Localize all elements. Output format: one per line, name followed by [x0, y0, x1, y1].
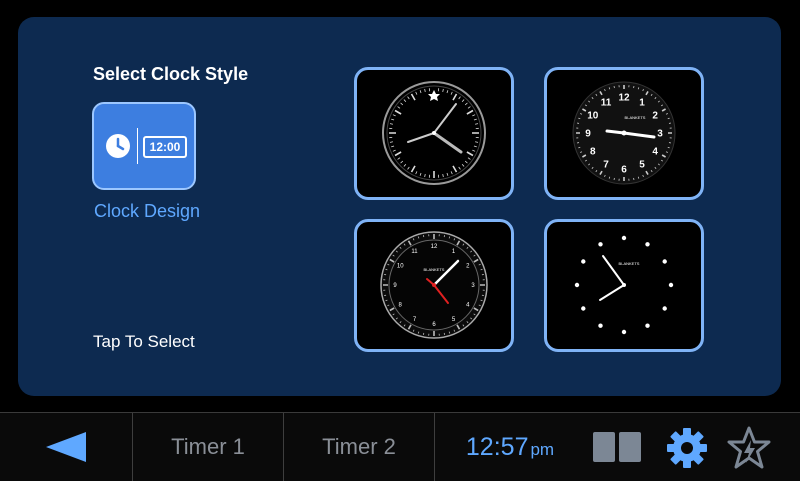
analog-clock-dots-icon: BLANKETS	[547, 222, 701, 349]
gear-icon[interactable]	[664, 425, 710, 471]
clock-design-label: Clock Design	[68, 201, 226, 222]
clock-style-option-1[interactable]	[354, 67, 514, 200]
clock-numeral: 11	[411, 249, 418, 255]
clock-numeral: 10	[587, 111, 599, 122]
clock-face-icon	[105, 133, 131, 159]
clock-time: 12:57	[466, 433, 529, 462]
clock-numeral: 8	[590, 147, 596, 158]
brand-label: BLANKETS	[424, 267, 445, 272]
digital-display-icon: 12:00	[143, 136, 187, 158]
clock-numeral: 7	[603, 160, 609, 171]
analog-clock-numerals-icon: 12 12 3 45 6 78 9 1011 BLANKETS	[547, 70, 701, 197]
timer-1-button[interactable]: Timer 1	[133, 413, 283, 481]
analog-clock-bezel-icon: 121234567891011 BLANKETS	[357, 222, 511, 349]
star-icon[interactable]	[726, 425, 772, 471]
clock-numeral: 6	[621, 165, 627, 176]
clock-ampm: pm	[530, 440, 554, 460]
clock-numeral: 10	[397, 264, 404, 270]
clock-numeral: 12	[618, 93, 630, 104]
brand-label: BLANKETS	[619, 261, 640, 266]
clock-numeral: 2	[652, 111, 658, 122]
clock-numeral: 4	[652, 147, 658, 158]
split-layout-icon[interactable]	[593, 432, 643, 462]
clock-style-option-4[interactable]: BLANKETS	[544, 219, 704, 352]
brand-label: BLANKETS	[625, 115, 646, 120]
tap-to-select-hint: Tap To Select	[93, 332, 195, 352]
tile-divider	[137, 128, 138, 164]
clock-numeral: 11	[601, 97, 612, 108]
clock-numeral: 1	[639, 97, 645, 108]
taskbar-clock: 12:57 pm	[435, 413, 585, 481]
timer-2-button[interactable]: Timer 2	[284, 413, 434, 481]
clock-style-option-2[interactable]: 12 12 3 45 6 78 9 1011 BLANKETS	[544, 67, 704, 200]
clock-numeral: 12	[431, 244, 438, 250]
clock-numeral: 3	[657, 129, 663, 140]
taskbar: Timer 1 Timer 2 12:57 pm	[0, 412, 800, 481]
clock-numeral: 5	[639, 160, 645, 171]
page-title: Select Clock Style	[93, 64, 248, 85]
clock-numeral: 9	[585, 129, 591, 140]
clock-design-button[interactable]: 12:00	[92, 102, 196, 190]
clock-style-option-3[interactable]: 121234567891011 BLANKETS	[354, 219, 514, 352]
analog-clock-thin-icon	[357, 70, 511, 197]
back-arrow-icon[interactable]	[40, 429, 94, 465]
